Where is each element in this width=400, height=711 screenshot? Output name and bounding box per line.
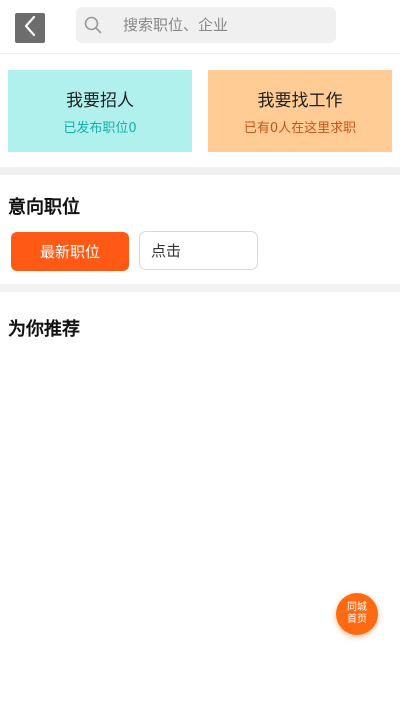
section-divider — [0, 284, 400, 292]
entry-cards: 我要招人 已发布职位0 我要找工作 已有0人在这里求职 — [0, 70, 400, 152]
top-bar — [0, 0, 400, 54]
city-home-float-button[interactable]: 同城 首页 — [336, 593, 378, 635]
back-button[interactable] — [15, 13, 45, 43]
float-button-line1: 同城 — [347, 602, 367, 613]
recommend-section-title: 为你推荐 — [8, 319, 80, 340]
find-job-card[interactable]: 我要找工作 已有0人在这里求职 — [208, 70, 392, 152]
find-job-card-subtitle: 已有0人在这里求职 — [243, 121, 357, 136]
search-box[interactable] — [76, 7, 336, 43]
latest-jobs-button[interactable]: 最新职位 — [11, 232, 129, 271]
section-divider — [0, 167, 400, 175]
recruit-card-title: 我要招人 — [66, 91, 134, 111]
search-input[interactable] — [123, 10, 323, 40]
chevron-left-icon — [23, 15, 37, 41]
find-job-card-title: 我要找工作 — [257, 91, 343, 111]
page: 我要招人 已发布职位0 我要找工作 已有0人在这里求职 意向职位 最新职位 点击… — [0, 0, 400, 711]
recruit-card[interactable]: 我要招人 已发布职位0 — [8, 70, 192, 152]
float-button-line2: 首页 — [347, 614, 367, 625]
intent-section-title: 意向职位 — [8, 197, 80, 218]
recruit-card-subtitle: 已发布职位0 — [63, 121, 137, 136]
click-button[interactable]: 点击 — [139, 231, 258, 270]
search-icon — [84, 16, 102, 34]
